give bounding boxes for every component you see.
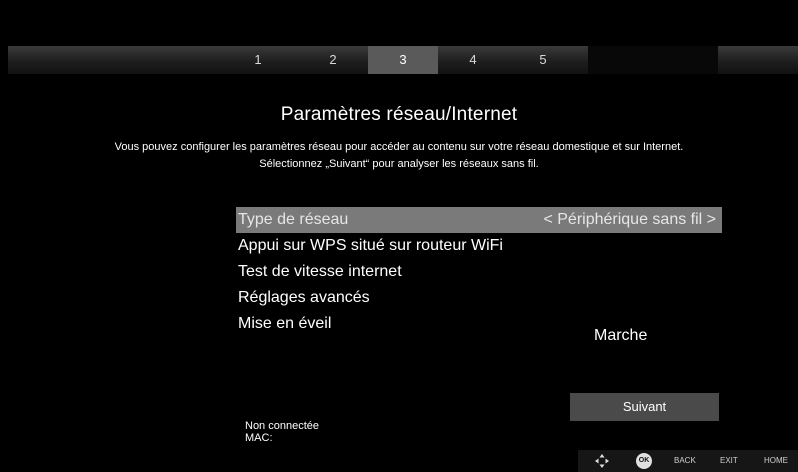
exit-hint: EXIT bbox=[720, 456, 738, 465]
settings-menu: Type de réseau < Périphérique sans fil >… bbox=[236, 207, 722, 337]
menu-item-speed-test[interactable]: Test de vitesse internet bbox=[236, 259, 722, 285]
back-hint: BACK bbox=[674, 456, 696, 465]
ok-button-icon: OK bbox=[636, 453, 652, 469]
step-1: 1 bbox=[254, 52, 262, 67]
step-4: 4 bbox=[469, 52, 477, 67]
step-5: 5 bbox=[539, 52, 547, 67]
step-indicator: 1 2 3 4 5 bbox=[8, 46, 798, 74]
menu-item-network-type[interactable]: Type de réseau < Périphérique sans fil > bbox=[236, 207, 722, 233]
step-bar-tail bbox=[588, 46, 718, 74]
menu-item-label: Type de réseau bbox=[238, 211, 349, 228]
wake-up-value[interactable]: Marche bbox=[594, 327, 647, 345]
menu-item-wps[interactable]: Appui sur WPS situé sur routeur WiFi bbox=[236, 233, 722, 259]
step-3-active: 3 bbox=[368, 46, 438, 74]
mac-address: MAC: bbox=[245, 432, 273, 444]
connection-status: Non connectée bbox=[245, 420, 319, 432]
menu-item-advanced-settings[interactable]: Réglages avancés bbox=[236, 285, 722, 311]
home-hint: HOME bbox=[764, 456, 788, 465]
description-line-1: Vous pouvez configurer les paramètres ré… bbox=[114, 141, 684, 153]
step-2: 2 bbox=[329, 52, 337, 67]
next-button[interactable]: Suivant bbox=[570, 393, 719, 421]
remote-hint-bar: OK BACK EXIT HOME bbox=[578, 450, 798, 472]
network-type-value[interactable]: < Périphérique sans fil > bbox=[543, 207, 716, 233]
page-title: Paramètres réseau/Internet bbox=[280, 104, 518, 125]
menu-item-wake-up[interactable]: Mise en éveil bbox=[236, 311, 722, 337]
description-line-2: Sélectionnez „Suivant“ pour analyser les… bbox=[259, 158, 539, 170]
navigation-arrows-icon bbox=[595, 454, 609, 468]
